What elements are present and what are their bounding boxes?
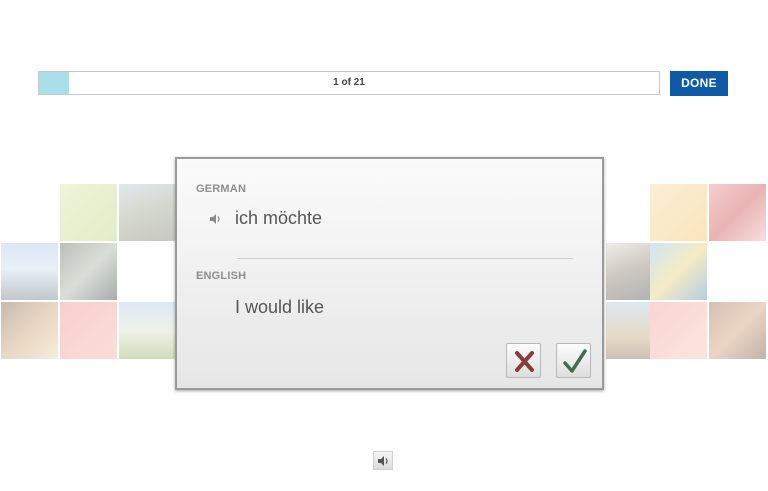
photo-tile <box>60 184 117 241</box>
photo-tile <box>606 243 650 300</box>
photo-tile <box>650 184 707 241</box>
cross-icon <box>515 351 534 372</box>
flashcard-screen: 1 of 21 DONE GERMAN ich möchte ENGLISH I… <box>0 0 768 491</box>
photo-tile <box>60 243 117 300</box>
wrong-button[interactable] <box>506 343 541 378</box>
flashcard: GERMAN ich möchte ENGLISH I would like <box>175 157 604 390</box>
photo-tile <box>1 302 58 359</box>
divider <box>237 258 573 259</box>
check-icon <box>563 349 587 373</box>
source-word: ich möchte <box>235 208 323 228</box>
photo-tile <box>650 302 707 359</box>
photo-tile <box>1 243 58 300</box>
photo-tile <box>119 302 176 359</box>
photo-tile <box>709 184 766 241</box>
source-language-label: GERMAN <box>196 183 247 195</box>
target-word: I would like <box>235 297 325 317</box>
photo-tile <box>119 184 176 241</box>
target-language-label: ENGLISH <box>196 270 247 282</box>
photo-tile <box>60 302 117 359</box>
right-button[interactable] <box>556 343 591 378</box>
play-audio-button[interactable] <box>373 451 393 470</box>
speaker-icon[interactable] <box>208 212 222 226</box>
progress-bar: 1 of 21 <box>38 71 660 95</box>
speaker-icon <box>378 456 388 466</box>
done-button[interactable]: DONE <box>670 71 728 96</box>
photo-tile <box>650 243 707 300</box>
photo-tile <box>606 302 650 359</box>
photo-tile <box>709 302 766 359</box>
progress-label: 1 of 21 <box>333 77 365 88</box>
